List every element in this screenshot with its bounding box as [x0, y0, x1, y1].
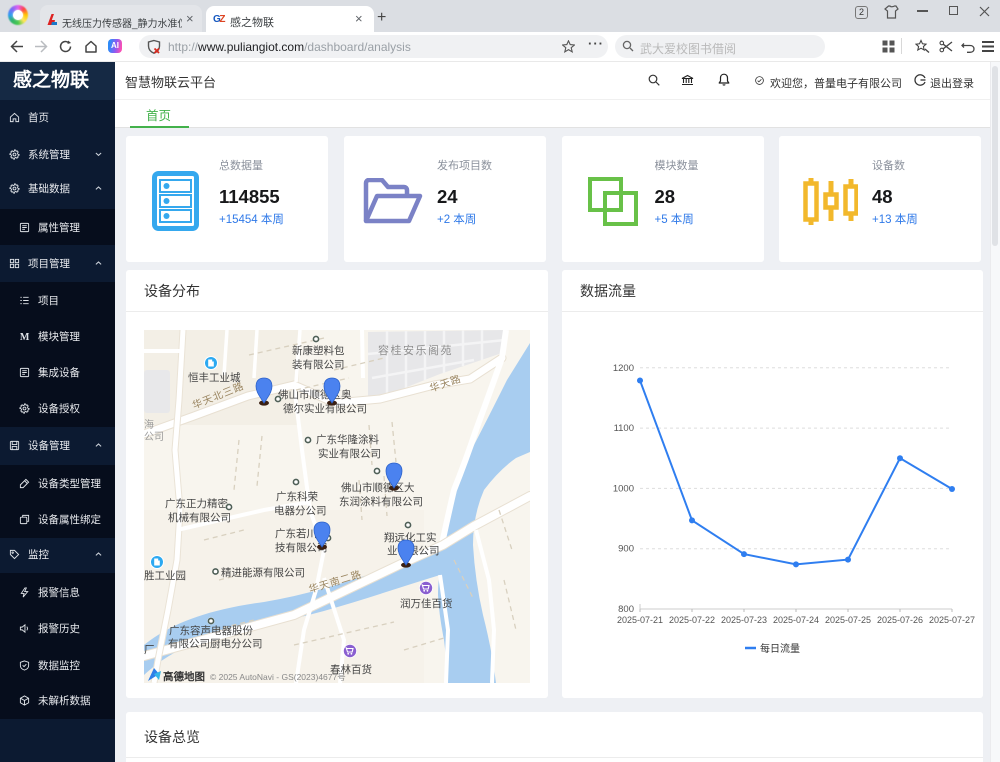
svg-text:新康塑料包: 新康塑料包	[292, 344, 345, 357]
svg-text:2025-07-27: 2025-07-27	[929, 615, 975, 625]
svg-text:广东华隆涂料: 广东华隆涂料	[316, 433, 379, 446]
svg-text:精进能源有限公司: 精进能源有限公司	[221, 566, 305, 579]
svg-text:广东容声电器股份: 广东容声电器股份	[169, 624, 253, 637]
svg-text:胜工业园: 胜工业园	[144, 570, 186, 582]
svg-text:1100: 1100	[614, 423, 634, 434]
svg-text:高德地图: 高德地图	[163, 670, 205, 683]
svg-text:2025-07-25: 2025-07-25	[825, 615, 871, 625]
svg-text:佛山市顺德区奥: 佛山市顺德区奥	[278, 388, 352, 401]
svg-text:润万佳百货: 润万佳百货	[400, 597, 453, 610]
svg-text:机械有限公司: 机械有限公司	[168, 511, 231, 524]
svg-text:广东科荣: 广东科荣	[276, 490, 318, 503]
svg-text:每日流量: 每日流量	[760, 642, 800, 655]
svg-text:广东正力精密: 广东正力精密	[165, 497, 228, 510]
svg-text:800: 800	[618, 604, 634, 615]
svg-text:2025-07-23: 2025-07-23	[721, 615, 767, 625]
svg-text:2025-07-21: 2025-07-21	[617, 615, 663, 625]
svg-text:2025-07-26: 2025-07-26	[877, 615, 923, 625]
svg-text:恒丰工业城: 恒丰工业城	[188, 371, 241, 384]
svg-text:2025-07-24: 2025-07-24	[773, 615, 819, 625]
svg-text:装有限公司: 装有限公司	[292, 358, 345, 371]
svg-text:1000: 1000	[613, 483, 634, 494]
svg-text:实业有限公司: 实业有限公司	[318, 447, 381, 460]
svg-text:900: 900	[618, 544, 634, 555]
svg-text:德尔实业有限公司: 德尔实业有限公司	[283, 402, 367, 415]
svg-text:电器分公司: 电器分公司	[274, 504, 327, 517]
svg-text:厂: 厂	[144, 644, 155, 656]
svg-text:Z: Z	[219, 14, 225, 24]
svg-text:东润涂料有限公司: 东润涂料有限公司	[339, 495, 423, 508]
svg-text:2025-07-22: 2025-07-22	[669, 615, 715, 625]
svg-text:有限公司厨电分公司: 有限公司厨电分公司	[168, 637, 263, 650]
svg-text:海: 海	[144, 418, 154, 431]
svg-text:容桂安乐阁苑: 容桂安乐阁苑	[378, 343, 453, 357]
svg-text:© 2025 AutoNavi - GS(2023)4677: © 2025 AutoNavi - GS(2023)4677号	[210, 672, 346, 682]
svg-text:M: M	[20, 332, 30, 342]
svg-text:佛山市顺德区大: 佛山市顺德区大	[341, 481, 415, 494]
svg-text:1200: 1200	[613, 363, 634, 374]
svg-text:公司: 公司	[144, 432, 164, 443]
